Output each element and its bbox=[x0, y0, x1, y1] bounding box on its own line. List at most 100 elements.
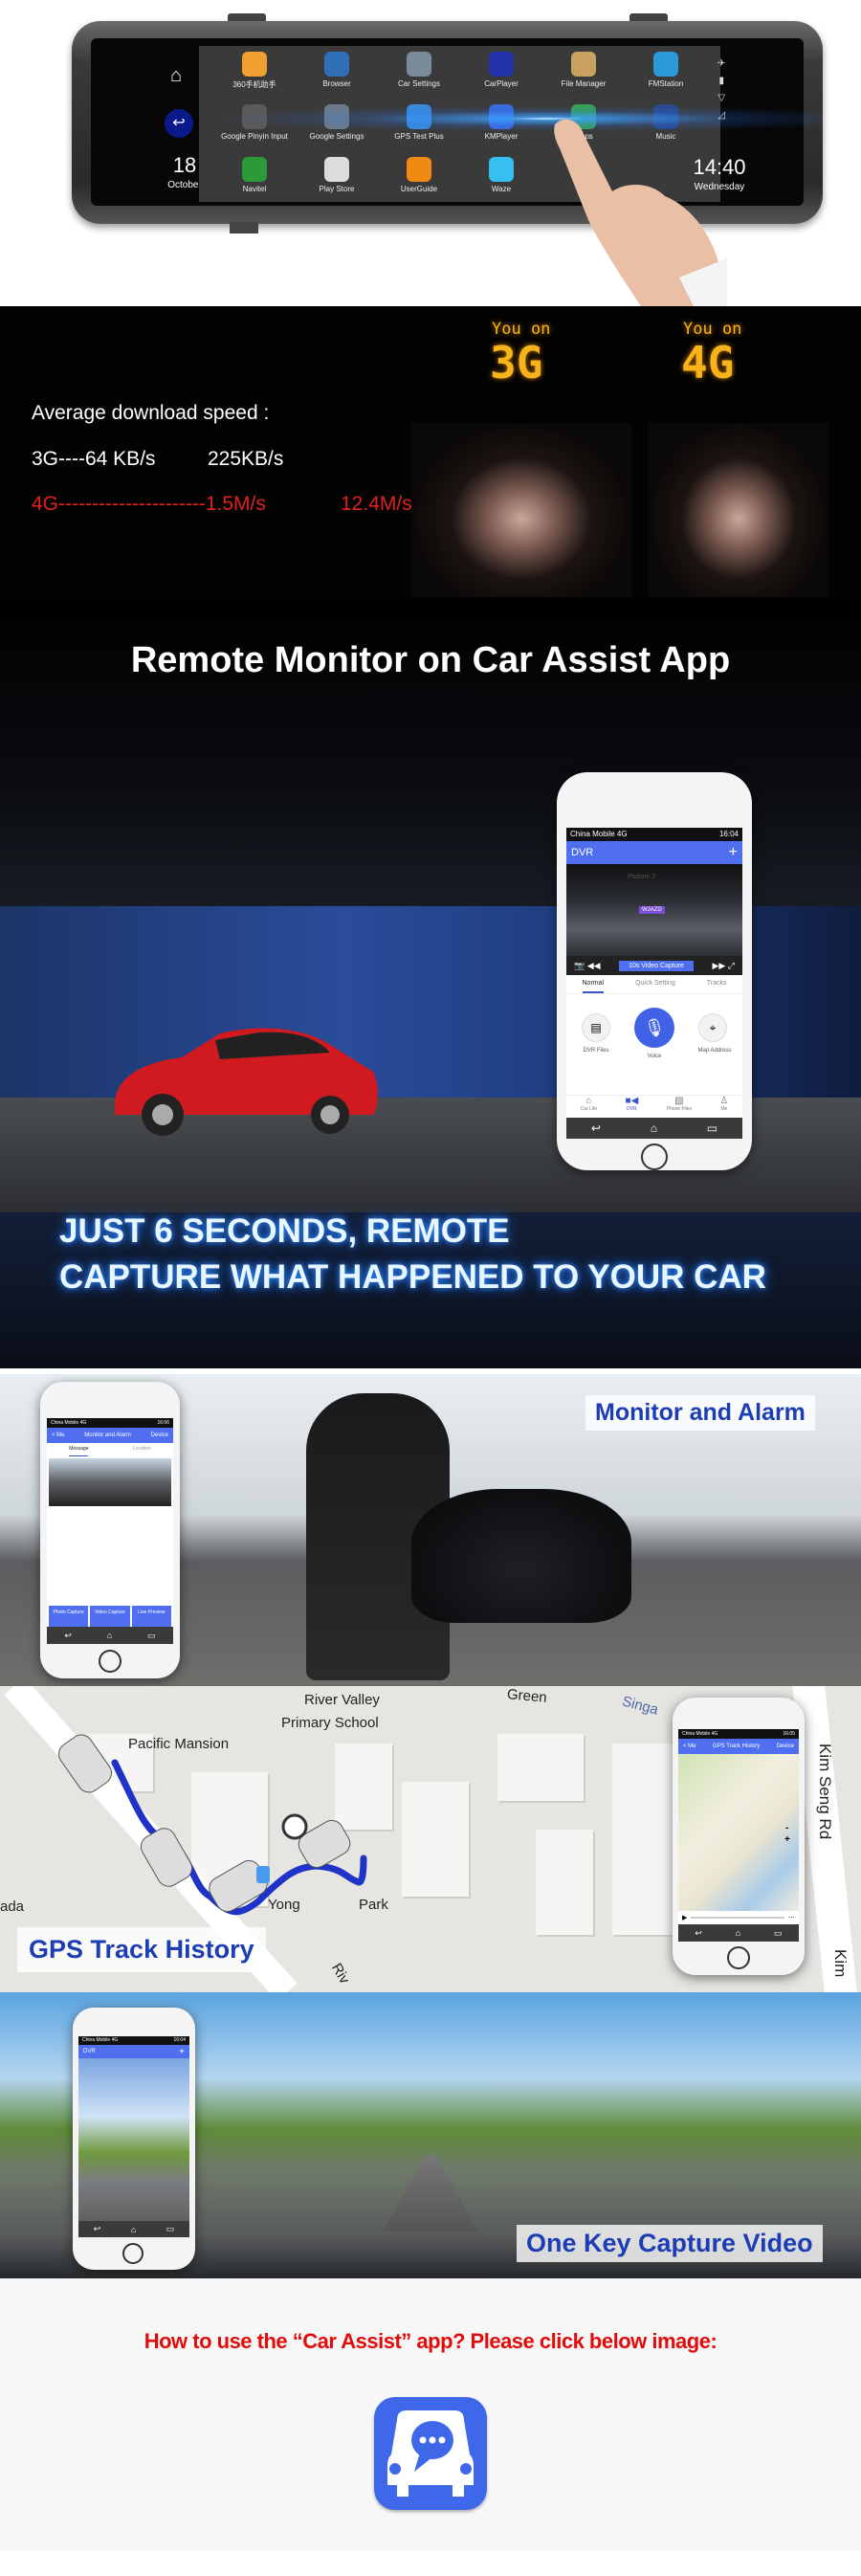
house-icon: ⌂ bbox=[585, 1096, 592, 1106]
app-icon-navitel[interactable]: Navitel bbox=[216, 157, 293, 193]
app-icon-fmstation[interactable]: FMStation bbox=[628, 52, 704, 88]
home-icon[interactable]: ⌂ bbox=[736, 1928, 740, 1938]
app-label: 360手机助手 bbox=[232, 80, 276, 89]
app-icon-image bbox=[571, 52, 596, 77]
tagline-line1: JUST 6 SECONDS, REMOTE bbox=[59, 1212, 510, 1250]
map-label: Green bbox=[506, 1686, 548, 1706]
person-icon: ♙ bbox=[719, 1096, 729, 1106]
car-assist-app-icon[interactable] bbox=[374, 2397, 487, 2510]
action-buttons: Photo Capture Video Capture Live Preview bbox=[49, 1606, 171, 1627]
voice-label: Voice bbox=[647, 1054, 662, 1059]
playback-slider[interactable] bbox=[691, 1917, 784, 1919]
red-car-image bbox=[115, 1028, 378, 1136]
one-key-capture-caption: One Key Capture Video bbox=[517, 2225, 823, 2262]
status-time: 16:04 bbox=[173, 2037, 186, 2043]
nav-car-life[interactable]: ⌂ Car Life bbox=[581, 1096, 598, 1118]
app-label: Google Pinyin Input bbox=[221, 132, 288, 141]
back-icon[interactable]: ↩ bbox=[591, 1121, 601, 1135]
app-icon-file-manager[interactable]: File Manager bbox=[545, 52, 622, 88]
map-label: Pacific Mansion bbox=[128, 1736, 230, 1752]
more-icon[interactable]: ⋯ bbox=[788, 1914, 795, 1921]
live-preview-button[interactable]: Live Preview bbox=[131, 1606, 171, 1627]
app-icon-carplayer[interactable]: CarPlayer bbox=[463, 52, 540, 88]
nav-dvr[interactable]: ■◀ DVR bbox=[626, 1096, 639, 1118]
remote-monitor-title: Remote Monitor on Car Assist App bbox=[130, 640, 731, 680]
tab-normal[interactable]: Normal bbox=[582, 975, 605, 993]
tagline-line2: CAPTURE WHAT HAPPENED TO YOUR CAR bbox=[59, 1258, 766, 1296]
home-icon[interactable]: ⌂ bbox=[131, 2225, 136, 2234]
app-bar: < Me GPS Track History Device bbox=[678, 1739, 799, 1754]
back-icon[interactable]: ↩ bbox=[64, 1631, 72, 1641]
app-title: DVR bbox=[571, 847, 594, 858]
tab-tracks[interactable]: Tracks bbox=[707, 975, 727, 993]
zoom-in-button[interactable]: + bbox=[784, 1834, 790, 1845]
nav-phone-files-label: Phone Files bbox=[666, 1106, 693, 1112]
nav-dvr-label: DVR bbox=[627, 1106, 637, 1112]
recents-icon[interactable]: ▭ bbox=[166, 2224, 175, 2234]
app-icon-waze[interactable]: Waze bbox=[463, 157, 540, 193]
camera-icon[interactable]: 📷 ◀◀ bbox=[574, 961, 601, 971]
speed-4g-label: 4G----------------------1.5M/s bbox=[32, 493, 266, 515]
home-icon[interactable]: ⌂ bbox=[107, 1631, 112, 1640]
home-icon[interactable]: ⌂ bbox=[170, 65, 182, 87]
tab-location[interactable]: Location bbox=[133, 1443, 151, 1456]
status-bar: China Mobile 4G 16:04 bbox=[566, 828, 742, 841]
app-icon-userguide[interactable]: UserGuide bbox=[381, 157, 457, 193]
mirror-clip-left bbox=[230, 222, 258, 233]
alarm-snapshot bbox=[49, 1458, 171, 1506]
back-icon[interactable]: ↩ bbox=[165, 109, 193, 138]
back-button[interactable]: < Me bbox=[683, 1743, 696, 1749]
face-image-3g bbox=[411, 423, 631, 597]
tab-message[interactable]: Message bbox=[69, 1443, 89, 1456]
device-button[interactable]: Device bbox=[151, 1432, 168, 1438]
app-icon-image bbox=[407, 52, 431, 77]
bus-stop-icon bbox=[256, 1866, 270, 1883]
app-icon-image bbox=[407, 157, 431, 182]
nav-me[interactable]: ♙ Me bbox=[719, 1096, 728, 1118]
app-label: Waze bbox=[491, 185, 512, 193]
voice-mic-icon[interactable]: 🎙 bbox=[634, 1008, 674, 1048]
device-button[interactable]: Device bbox=[777, 1743, 794, 1749]
face-image-4g bbox=[649, 423, 828, 597]
app-bar: DVR + bbox=[566, 841, 742, 864]
recents-icon[interactable]: ▭ bbox=[774, 1928, 783, 1939]
recents-icon[interactable]: ▭ bbox=[707, 1121, 718, 1135]
entry-sign: WJAZD bbox=[639, 906, 665, 914]
tab-quick-setting[interactable]: Quick Setting bbox=[635, 975, 675, 993]
photo-capture-button[interactable]: Photo Capture bbox=[49, 1606, 89, 1627]
phone-dvr: China Mobile 4G 16:04 DVR + Poziom 2 WJAZD… bbox=[557, 772, 752, 1170]
add-button[interactable]: + bbox=[179, 2047, 185, 2057]
back-icon[interactable]: ↩ bbox=[695, 1928, 702, 1939]
carrier: China Mobile 4G bbox=[82, 2037, 119, 2043]
parking-level-sign: Poziom 2 bbox=[628, 874, 656, 880]
carrier: China Mobile 4G bbox=[570, 830, 628, 838]
video-capture-button[interactable]: Video Capture bbox=[90, 1606, 130, 1627]
back-button[interactable]: < Me bbox=[52, 1432, 65, 1438]
nav-phone-files[interactable]: ▧ Phone Files bbox=[667, 1096, 692, 1118]
app-icon-browser[interactable]: Browser bbox=[298, 52, 375, 88]
add-button[interactable]: + bbox=[729, 844, 738, 861]
badge-4g: 4G bbox=[681, 337, 735, 389]
phone-home-button bbox=[727, 1946, 750, 1969]
road-image bbox=[383, 2155, 478, 2232]
one-key-capture-banner: One Key Capture Video China Mobile 4G 16:… bbox=[0, 1992, 861, 2278]
dvr-files-icon[interactable]: ▤ bbox=[582, 1013, 610, 1042]
app-icon-car-settings[interactable]: Car Settings bbox=[381, 52, 457, 88]
back-icon[interactable]: ↩ bbox=[94, 2224, 101, 2234]
play-icon[interactable]: ▶ bbox=[682, 1914, 687, 1921]
video-capture-button[interactable]: 10s Video Capture bbox=[619, 960, 694, 971]
phone-gps-screen: China Mobile 4G 16:05 < Me GPS Track Histo… bbox=[678, 1729, 799, 1942]
phone-capture: China Mobile 4G 16:04 DVR + ↩ ⌂ ▭ bbox=[73, 2008, 195, 2270]
recents-icon[interactable]: ▭ bbox=[147, 1631, 156, 1641]
map-address-icon[interactable]: ⌖ bbox=[698, 1013, 727, 1042]
zoom-out-button[interactable]: - bbox=[785, 1823, 788, 1833]
speed-3g-value: 225KB/s bbox=[208, 448, 284, 470]
status-bar: China Mobile 4G 16:04 bbox=[78, 2036, 189, 2045]
bottom-nav: ⌂ Car Life ■◀ DVR ▧ Phone Files ♙ Me bbox=[566, 1095, 742, 1118]
app-icon-360-[interactable]: 360手机助手 bbox=[216, 52, 293, 90]
home-icon[interactable]: ⌂ bbox=[651, 1121, 657, 1135]
app-label: KMPlayer bbox=[484, 132, 519, 141]
map-label: ada bbox=[0, 1899, 25, 1915]
app-icon-play-store[interactable]: Play Store bbox=[298, 157, 375, 193]
fast-forward-icon[interactable]: ▶▶ ⤢ bbox=[712, 961, 735, 971]
